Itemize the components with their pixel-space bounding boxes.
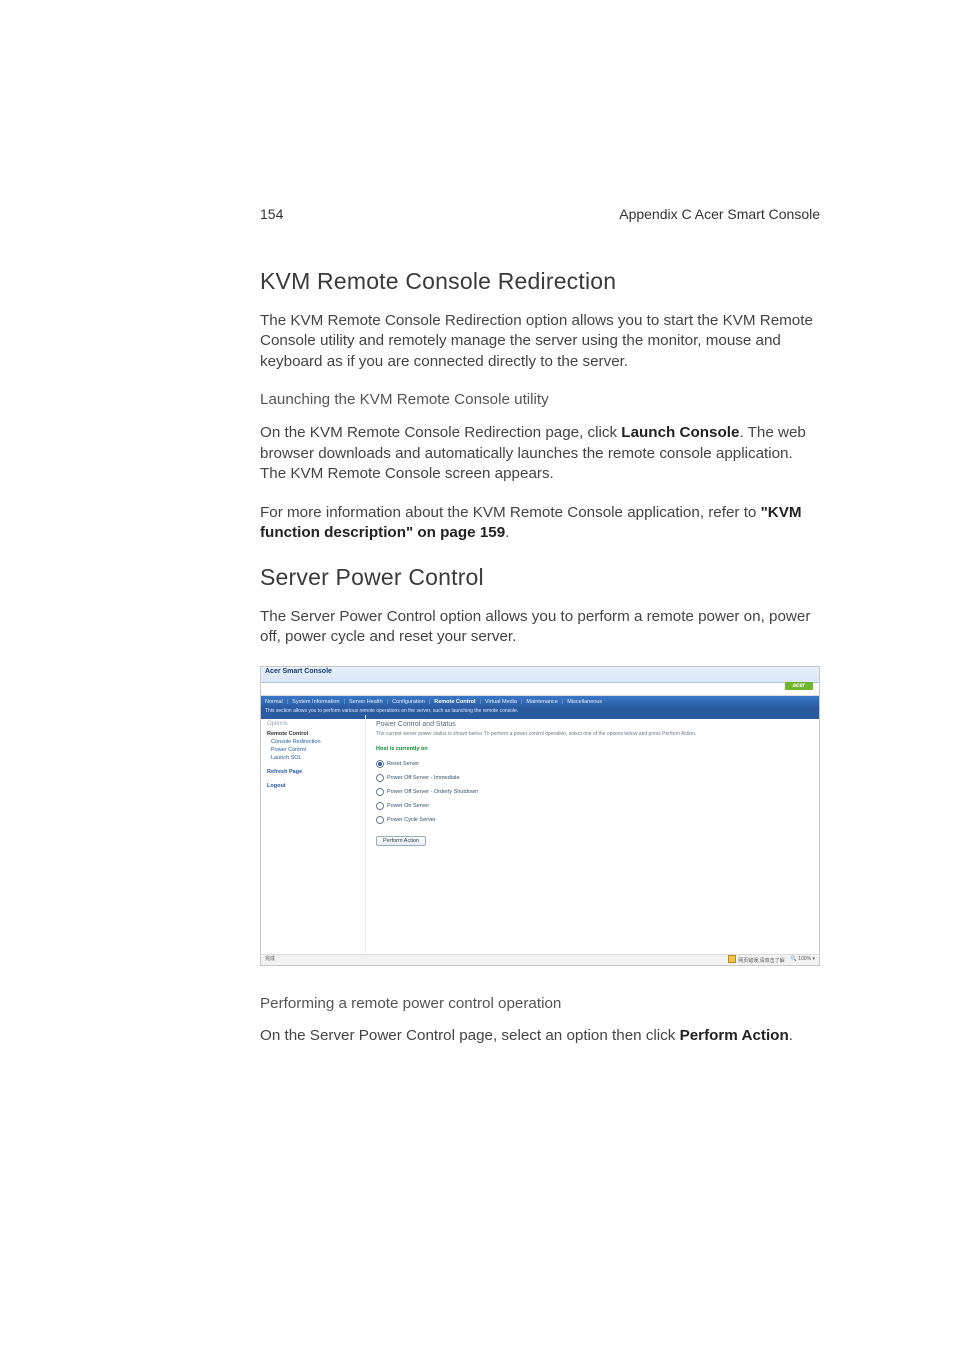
tab-maintenance[interactable]: Maintenance xyxy=(526,699,558,705)
para-more-info: For more information about the KVM Remot… xyxy=(260,503,820,544)
option-reset-server[interactable]: Reset Server xyxy=(376,760,809,768)
embedded-screenshot: Acer Smart Console acer Normal| System I… xyxy=(260,666,820,966)
sidebar-group: Remote Control xyxy=(267,731,359,737)
para-power-intro: The Server Power Control option allows y… xyxy=(260,607,820,648)
option-label: Power Off Server - Immediate xyxy=(387,775,460,781)
subhead-launching: Launching the KVM Remote Console utility xyxy=(260,390,820,411)
screenshot-main: Power Control and Status The current ser… xyxy=(366,715,819,955)
zoom-value: 100% xyxy=(798,956,811,962)
host-status: Host is currently on xyxy=(376,746,809,752)
statusbar-security-msg[interactable]: 网页错误,请双击了解 xyxy=(728,955,784,965)
radio-icon[interactable] xyxy=(376,774,384,782)
tab-server-health[interactable]: Server Health xyxy=(349,699,383,705)
heading-server-power: Server Power Control xyxy=(260,562,820,593)
perform-action-label: Perform Action xyxy=(680,1027,789,1044)
tab-system-info[interactable]: System Information xyxy=(292,699,339,705)
text-fragment: On the Server Power Control page, select… xyxy=(260,1027,680,1044)
sidebar-item-launch-sol[interactable]: Launch SOL xyxy=(271,755,359,761)
heading-kvm-redirection: KVM Remote Console Redirection xyxy=(260,266,820,297)
sidebar-item-power-control[interactable]: Power Control xyxy=(271,747,359,753)
screenshot-statusbar: 完成 网页错误,请双击了解 🔍 100% ▾ xyxy=(261,954,819,965)
sidebar-item-console-redirection[interactable]: Console Redirection xyxy=(271,739,359,745)
sidebar-link-refresh[interactable]: Refresh Page xyxy=(267,769,359,775)
option-label: Power Off Server - Orderly Shutdown xyxy=(387,789,478,795)
statusbar-left: 完成 xyxy=(265,957,275,963)
running-head: 154 Appendix C Acer Smart Console xyxy=(260,205,820,224)
text-fragment: . xyxy=(789,1027,793,1044)
appendix-title: Appendix C Acer Smart Console xyxy=(619,205,820,224)
para-perform-action: On the Server Power Control page, select… xyxy=(260,1026,820,1047)
screenshot-tabs: Normal| System Information| Server Healt… xyxy=(261,696,819,708)
document-page: 154 Appendix C Acer Smart Console KVM Re… xyxy=(260,0,820,1047)
option-power-off-immediate[interactable]: Power Off Server - Immediate xyxy=(376,774,809,782)
perform-action-button[interactable]: Perform Action xyxy=(376,836,426,846)
option-power-on[interactable]: Power On Server xyxy=(376,802,809,810)
statusbar-zoom[interactable]: 🔍 100% ▾ xyxy=(791,957,815,963)
radio-icon[interactable] xyxy=(376,802,384,810)
text-fragment: . xyxy=(505,524,509,541)
tab-remote-control[interactable]: Remote Control xyxy=(434,699,475,705)
para-launch-console: On the KVM Remote Console Redirection pa… xyxy=(260,423,820,485)
screenshot-titlebar: Acer Smart Console xyxy=(261,667,819,683)
screenshot-brandbar: acer xyxy=(261,683,819,696)
text-fragment: On the KVM Remote Console Redirection pa… xyxy=(260,424,621,441)
option-label: Power Cycle Server xyxy=(387,817,436,823)
radio-icon[interactable] xyxy=(376,816,384,824)
radio-icon[interactable] xyxy=(376,760,384,768)
main-heading: Power Control and Status xyxy=(376,721,809,729)
subhead-performing: Performing a remote power control operat… xyxy=(260,994,820,1015)
screenshot-body: Options Remote Control Console Redirecti… xyxy=(261,715,819,955)
brand-logo: acer xyxy=(785,682,813,691)
launch-console-label: Launch Console xyxy=(621,424,739,441)
tab-normal[interactable]: Normal xyxy=(265,699,283,705)
option-power-cycle[interactable]: Power Cycle Server xyxy=(376,816,809,824)
radio-icon[interactable] xyxy=(376,788,384,796)
option-label: Power On Server xyxy=(387,803,429,809)
text-fragment: For more information about the KVM Remot… xyxy=(260,504,761,521)
main-desc: The current server power status is shown… xyxy=(376,732,809,738)
screenshot-sidebar: Options Remote Control Console Redirecti… xyxy=(261,715,366,955)
sidebar-link-logout[interactable]: Logout xyxy=(267,783,359,789)
page-number: 154 xyxy=(260,205,283,224)
tab-misc[interactable]: Miscellaneous xyxy=(567,699,602,705)
tab-virtual-media[interactable]: Virtual Media xyxy=(485,699,517,705)
option-power-off-orderly[interactable]: Power Off Server - Orderly Shutdown xyxy=(376,788,809,796)
sidebar-header: Options xyxy=(267,721,359,728)
option-label: Reset Server xyxy=(387,761,419,767)
tab-configuration[interactable]: Configuration xyxy=(392,699,425,705)
para-kvm-intro: The KVM Remote Console Redirection optio… xyxy=(260,311,820,373)
